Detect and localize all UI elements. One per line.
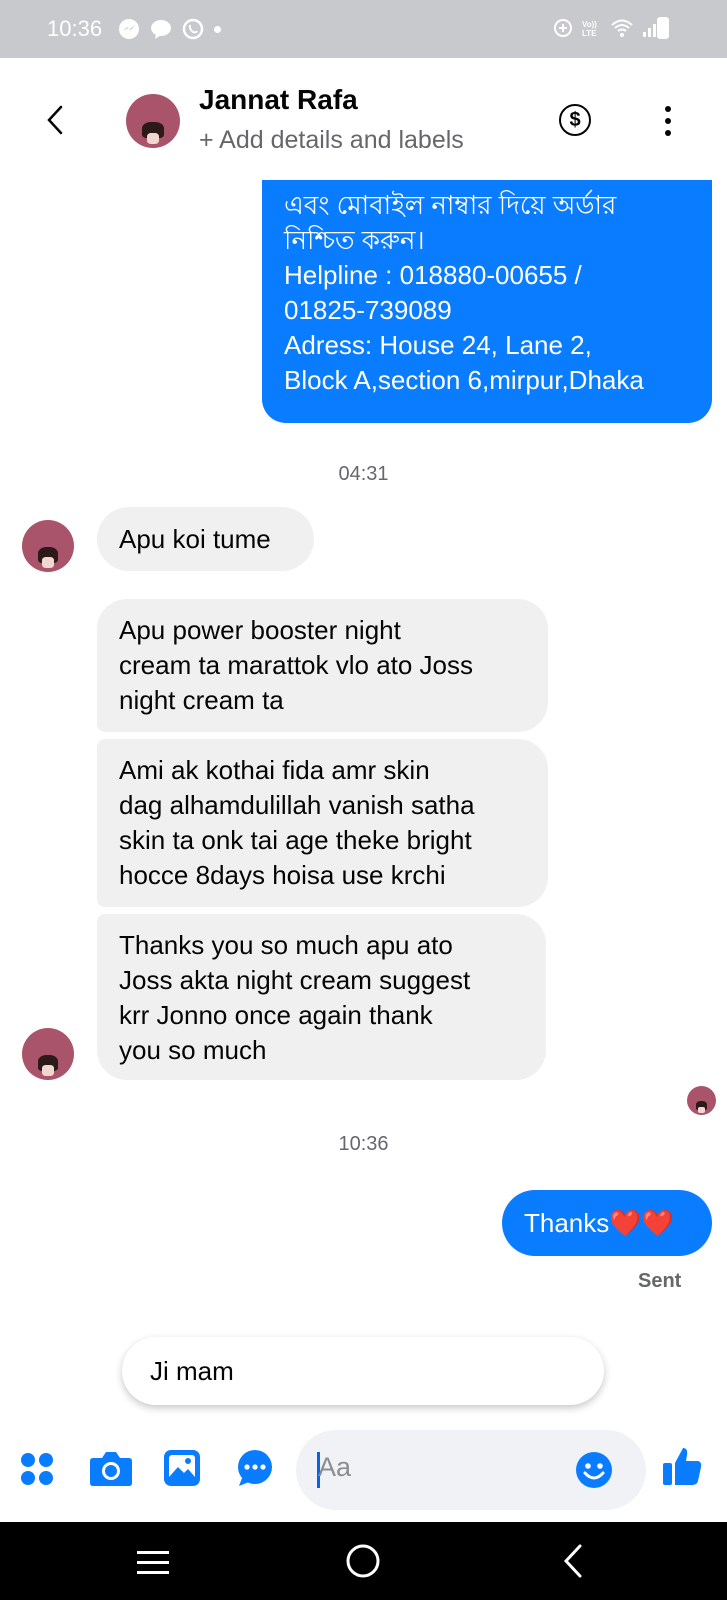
home-button[interactable] <box>342 1540 384 1582</box>
emoji-icon <box>576 1452 612 1488</box>
message-line: Helpline : 018880-00655 / <box>284 260 582 290</box>
quick-reply-chip[interactable]: Ji mam <box>122 1337 604 1405</box>
message-line: Adress: House 24, Lane 2, <box>284 330 592 360</box>
message-incoming[interactable]: Ami ak kothai fida amr skin dag alhamdul… <box>97 739 548 907</box>
dot-icon <box>214 25 221 33</box>
message-text: Apu koi tume <box>119 524 271 554</box>
status-time: 10:36 <box>47 16 103 41</box>
back-icon <box>47 105 63 135</box>
message-line: dag alhamdulillah vanish satha <box>119 790 475 820</box>
message-line: নিশ্চিত করুন। <box>284 225 425 255</box>
back-button[interactable] <box>40 100 70 140</box>
notification-icons <box>118 18 221 40</box>
home-icon <box>346 1544 380 1578</box>
message-line: Ami ak kothai fida amr skin <box>119 755 430 785</box>
system-back-button[interactable] <box>555 1540 591 1582</box>
sent-status: Sent <box>638 1270 682 1292</box>
emoji-button[interactable] <box>574 1450 614 1490</box>
message-line: cream ta marattok vlo ato Joss <box>119 650 474 680</box>
apps-button[interactable] <box>18 1450 56 1488</box>
message-incoming[interactable]: Apu power booster night cream ta maratto… <box>97 599 548 732</box>
chat-options-button[interactable] <box>235 1448 275 1488</box>
sender-avatar[interactable] <box>22 1028 74 1080</box>
message-outgoing[interactable]: Thanks❤️❤️ <box>502 1190 712 1256</box>
chat-icon <box>238 1450 272 1486</box>
svg-text:Vo)): Vo)) <box>582 20 597 29</box>
apps-icon <box>21 1453 53 1485</box>
camera-icon <box>90 1452 132 1486</box>
quick-reply-text: Ji mam <box>150 1356 234 1386</box>
system-icons: Vo)) LTE <box>553 18 663 38</box>
gallery-button[interactable] <box>162 1448 202 1488</box>
menu-icon <box>137 1551 169 1574</box>
message-text: Thanks❤️❤️ <box>524 1208 675 1238</box>
message-outgoing[interactable]: এবং মোবাইল নাম্বার দিয়ে অর্ডার নিশ্চিত … <box>262 180 712 423</box>
more-options-button[interactable] <box>664 106 672 136</box>
message-placeholder: Aa <box>318 1452 352 1482</box>
data-saver-icon <box>554 19 572 37</box>
message-list[interactable]: এবং মোবাইল নাম্বার দিয়ে অর্ডার নিশ্চিত … <box>0 180 727 1410</box>
chat-bubble-icon <box>151 20 171 39</box>
message-line: Apu power booster night <box>119 615 401 645</box>
payment-button[interactable]: $ <box>559 104 591 136</box>
message-incoming[interactable]: Thanks you so much apu ato Joss akta nig… <box>97 914 546 1080</box>
recent-apps-button[interactable] <box>133 1542 173 1582</box>
seen-avatar <box>687 1086 716 1115</box>
contact-name[interactable]: Jannat Rafa <box>199 84 358 116</box>
message-line: you so much <box>119 1035 267 1065</box>
sender-avatar[interactable] <box>22 520 74 572</box>
camera-button[interactable] <box>88 1448 134 1488</box>
message-line: skin ta onk tai age theke bright <box>119 825 472 855</box>
like-icon <box>663 1448 702 1485</box>
wifi-icon <box>611 19 633 37</box>
like-button[interactable] <box>660 1444 704 1488</box>
status-bar: 10:36 Vo)) LTE <box>0 0 727 58</box>
system-navigation-bar <box>0 1522 727 1600</box>
conversation-header <box>0 58 727 180</box>
more-icon <box>665 106 671 112</box>
timestamp: 10:36 <box>338 1133 389 1155</box>
message-line: Thanks you so much apu ato <box>119 930 453 960</box>
add-details-link[interactable]: + Add details and labels <box>199 126 464 155</box>
back-arrow-icon <box>563 1544 582 1578</box>
message-line: night cream ta <box>119 685 284 715</box>
message-line: Joss akta night cream suggest <box>119 965 471 995</box>
battery-icon <box>657 17 669 39</box>
whatsapp-icon <box>182 18 204 40</box>
volte-icon: Vo))LTE <box>582 20 597 38</box>
dollar-icon: $ <box>569 108 581 131</box>
message-line: 01825-739089 <box>284 295 452 325</box>
message-incoming[interactable]: Apu koi tume <box>97 507 314 571</box>
gallery-icon <box>164 1450 200 1486</box>
messenger-icon <box>119 19 139 39</box>
svg-text:LTE: LTE <box>582 29 597 38</box>
message-line: krr Jonno once again thank <box>119 1000 433 1030</box>
message-line: এবং মোবাইল নাম্বার দিয়ে অর্ডার <box>284 190 617 220</box>
message-line: hocce 8days hoisa use krchi <box>119 860 446 890</box>
composer-bar: Aa <box>0 1420 727 1525</box>
message-line: Block A,section 6,mirpur,Dhaka <box>284 365 644 395</box>
contact-avatar[interactable] <box>126 94 180 148</box>
timestamp: 04:31 <box>338 463 389 485</box>
message-input[interactable]: Aa <box>296 1430 646 1510</box>
